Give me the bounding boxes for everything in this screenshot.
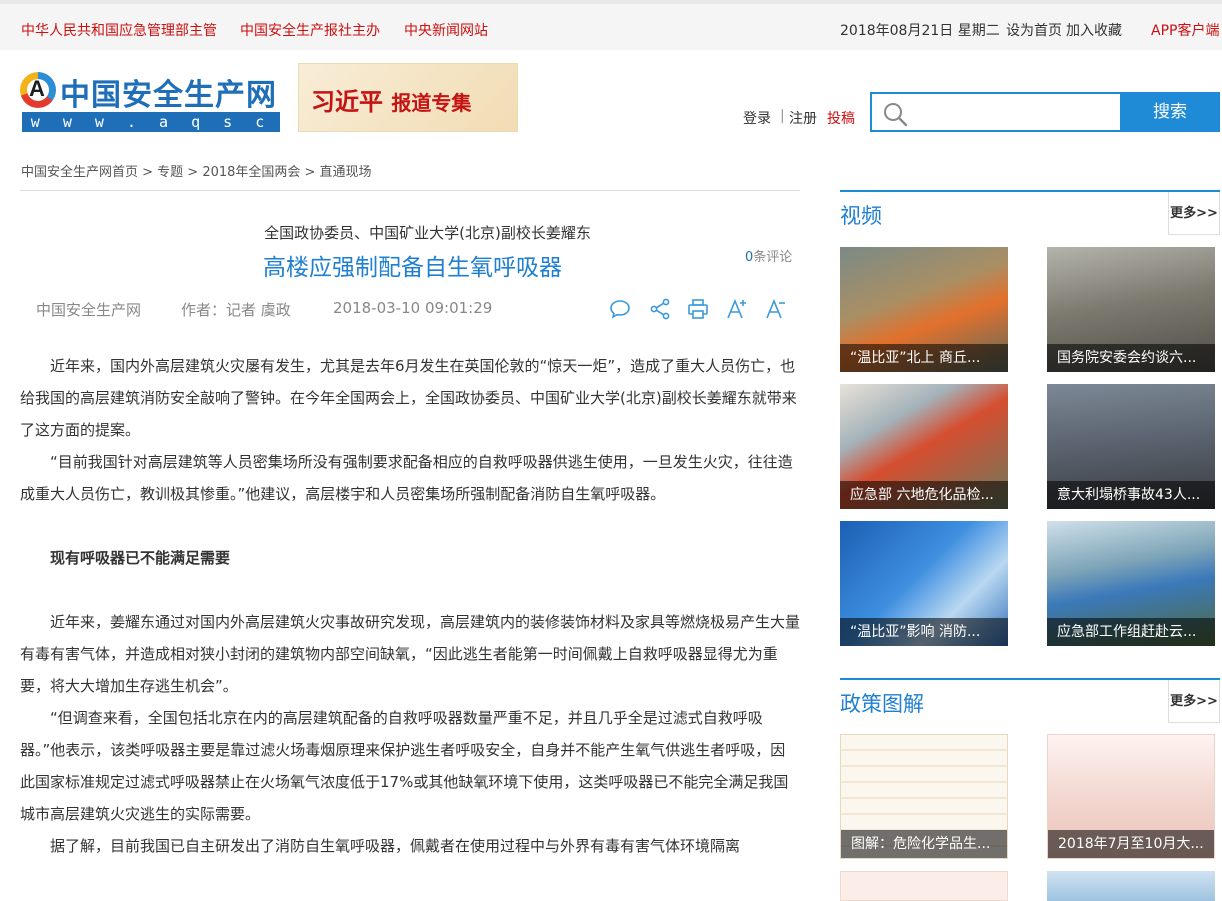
article-section-heading: 现有呼吸器已不能满足需要 [50, 549, 231, 567]
top-link-newspaper[interactable]: 中国安全生产报社主办 [240, 20, 380, 40]
font-increase-icon[interactable] [725, 297, 749, 321]
font-decrease-icon[interactable] [764, 297, 788, 321]
divider [20, 190, 800, 191]
article-title: 高楼应强制配备自生氧呼吸器 [263, 255, 562, 281]
article-paragraph: 近年来，国内外高层建筑火灾屡有发生，尤其是去年6月发生在英国伦敦的“惊天一炬”，… [20, 357, 797, 439]
site-logo[interactable]: A 中国安全生产网 w w w . a q s c . c n [20, 66, 282, 151]
policy-section-header: 政策图解 更多>> [840, 678, 1220, 723]
register-link[interactable]: 注册 [789, 108, 817, 128]
logo-name: 中国安全生产网 [60, 78, 277, 113]
policy-caption: 图解：危险化学品生... [841, 830, 1007, 858]
video-caption: 国务院安委会约谈六... [1047, 344, 1215, 372]
comment-icon[interactable] [608, 297, 632, 321]
search-input[interactable] [916, 98, 1116, 126]
search-icon [884, 103, 908, 127]
special-report-banner[interactable]: 习近平 报道专集 [298, 63, 518, 132]
policy-thumb[interactable]: 图解：危险化学品生... [840, 734, 1008, 859]
article-spacer [20, 510, 800, 542]
top-link-central-news[interactable]: 中央新闻网站 [404, 20, 488, 40]
article-spacer [20, 574, 800, 606]
policy-thumb[interactable] [840, 871, 1008, 901]
video-caption: 意大利塌桥事故43人... [1047, 481, 1215, 509]
article-paragraph: 近年来，姜耀东通过对国内外高层建筑火灾事故研究发现，高层建筑内的装修装饰材料及家… [20, 613, 801, 695]
video-thumb[interactable]: “温比亚”北上 商丘... [840, 247, 1008, 372]
article-paragraph: 据了解，目前我国已自主研发出了消防自生氧呼吸器，佩戴者在使用过程中与外界有毒有害… [50, 837, 741, 855]
search-button[interactable]: 搜索 [1120, 92, 1220, 132]
video-caption: “温比亚”影响 消防... [840, 618, 1008, 646]
login-link[interactable]: 登录 [743, 108, 771, 128]
banner-main-text: 习近平 [311, 87, 383, 116]
video-thumb[interactable]: 意大利塌桥事故43人... [1047, 384, 1215, 509]
search-box: 搜索 [870, 92, 1220, 132]
video-thumb[interactable]: “温比亚”影响 消防... [840, 521, 1008, 646]
policy-thumb[interactable]: 2018年7月至10月大... [1047, 734, 1215, 859]
video-thumb[interactable]: 国务院安委会约谈六... [1047, 247, 1215, 372]
submit-article-link[interactable]: 投稿 [827, 108, 855, 128]
video-section-title: 视频 [840, 204, 882, 228]
article-paragraph: “但调查来看，全国包括北京在内的高层建筑配备的自救呼吸器数量严重不足，并且几乎全… [20, 709, 789, 823]
video-thumb[interactable]: 应急部 六地危化品检... [840, 384, 1008, 509]
policy-caption: 2018年7月至10月大... [1048, 830, 1214, 858]
video-caption: “温比亚”北上 商丘... [840, 344, 1008, 372]
article-source: 中国安全生产网 [36, 301, 142, 319]
top-bar: 中华人民共和国应急管理部主管 中国安全生产报社主办 中央新闻网站 2018年08… [0, 0, 1222, 50]
set-home-link[interactable]: 设为首页 [1006, 20, 1062, 40]
policy-thumb[interactable] [1047, 871, 1215, 901]
print-icon[interactable] [686, 297, 710, 321]
article-datetime: 2018-03-10 09:01:29 [333, 299, 493, 317]
banner-sub-text: 报道专集 [391, 91, 472, 115]
current-date: 2018年08月21日 星期二 [840, 23, 1000, 39]
user-links-separator: | [780, 108, 785, 124]
logo-emblem-icon: A [20, 72, 56, 108]
logo-url: w w w . a q s c . c n [22, 112, 280, 151]
top-link-ministry[interactable]: 中华人民共和国应急管理部主管 [21, 20, 217, 40]
video-thumb[interactable]: 应急部工作组赶赴云... [1047, 521, 1215, 646]
add-favorite-link[interactable]: 加入收藏 [1066, 20, 1122, 40]
video-caption: 应急部 六地危化品检... [840, 481, 1008, 509]
policy-section-title: 政策图解 [840, 692, 924, 716]
video-more-link[interactable]: 更多>> [1168, 192, 1220, 235]
article-body: 近年来，国内外高层建筑火灾屡有发生，尤其是去年6月发生在英国伦敦的“惊天一炬”，… [20, 350, 800, 862]
article-author: 作者：记者 虞政 [181, 301, 291, 319]
policy-more-link[interactable]: 更多>> [1168, 680, 1220, 723]
article-paragraph: “目前我国针对高层建筑等人员密集场所没有强制要求配备相应的自救呼吸器供逃生使用，… [20, 453, 793, 503]
video-caption: 应急部工作组赶赴云... [1047, 618, 1215, 646]
share-icon[interactable] [648, 297, 672, 321]
breadcrumb[interactable]: 中国安全生产网首页 > 专题 > 2018年全国两会 > 直通现场 [21, 161, 372, 180]
app-client-link[interactable]: APP客户端 [1151, 20, 1219, 40]
video-section-header: 视频 更多>> [840, 190, 1220, 235]
article-subtitle: 全国政协委员、中国矿业大学(北京)副校长姜耀东 [264, 224, 591, 242]
